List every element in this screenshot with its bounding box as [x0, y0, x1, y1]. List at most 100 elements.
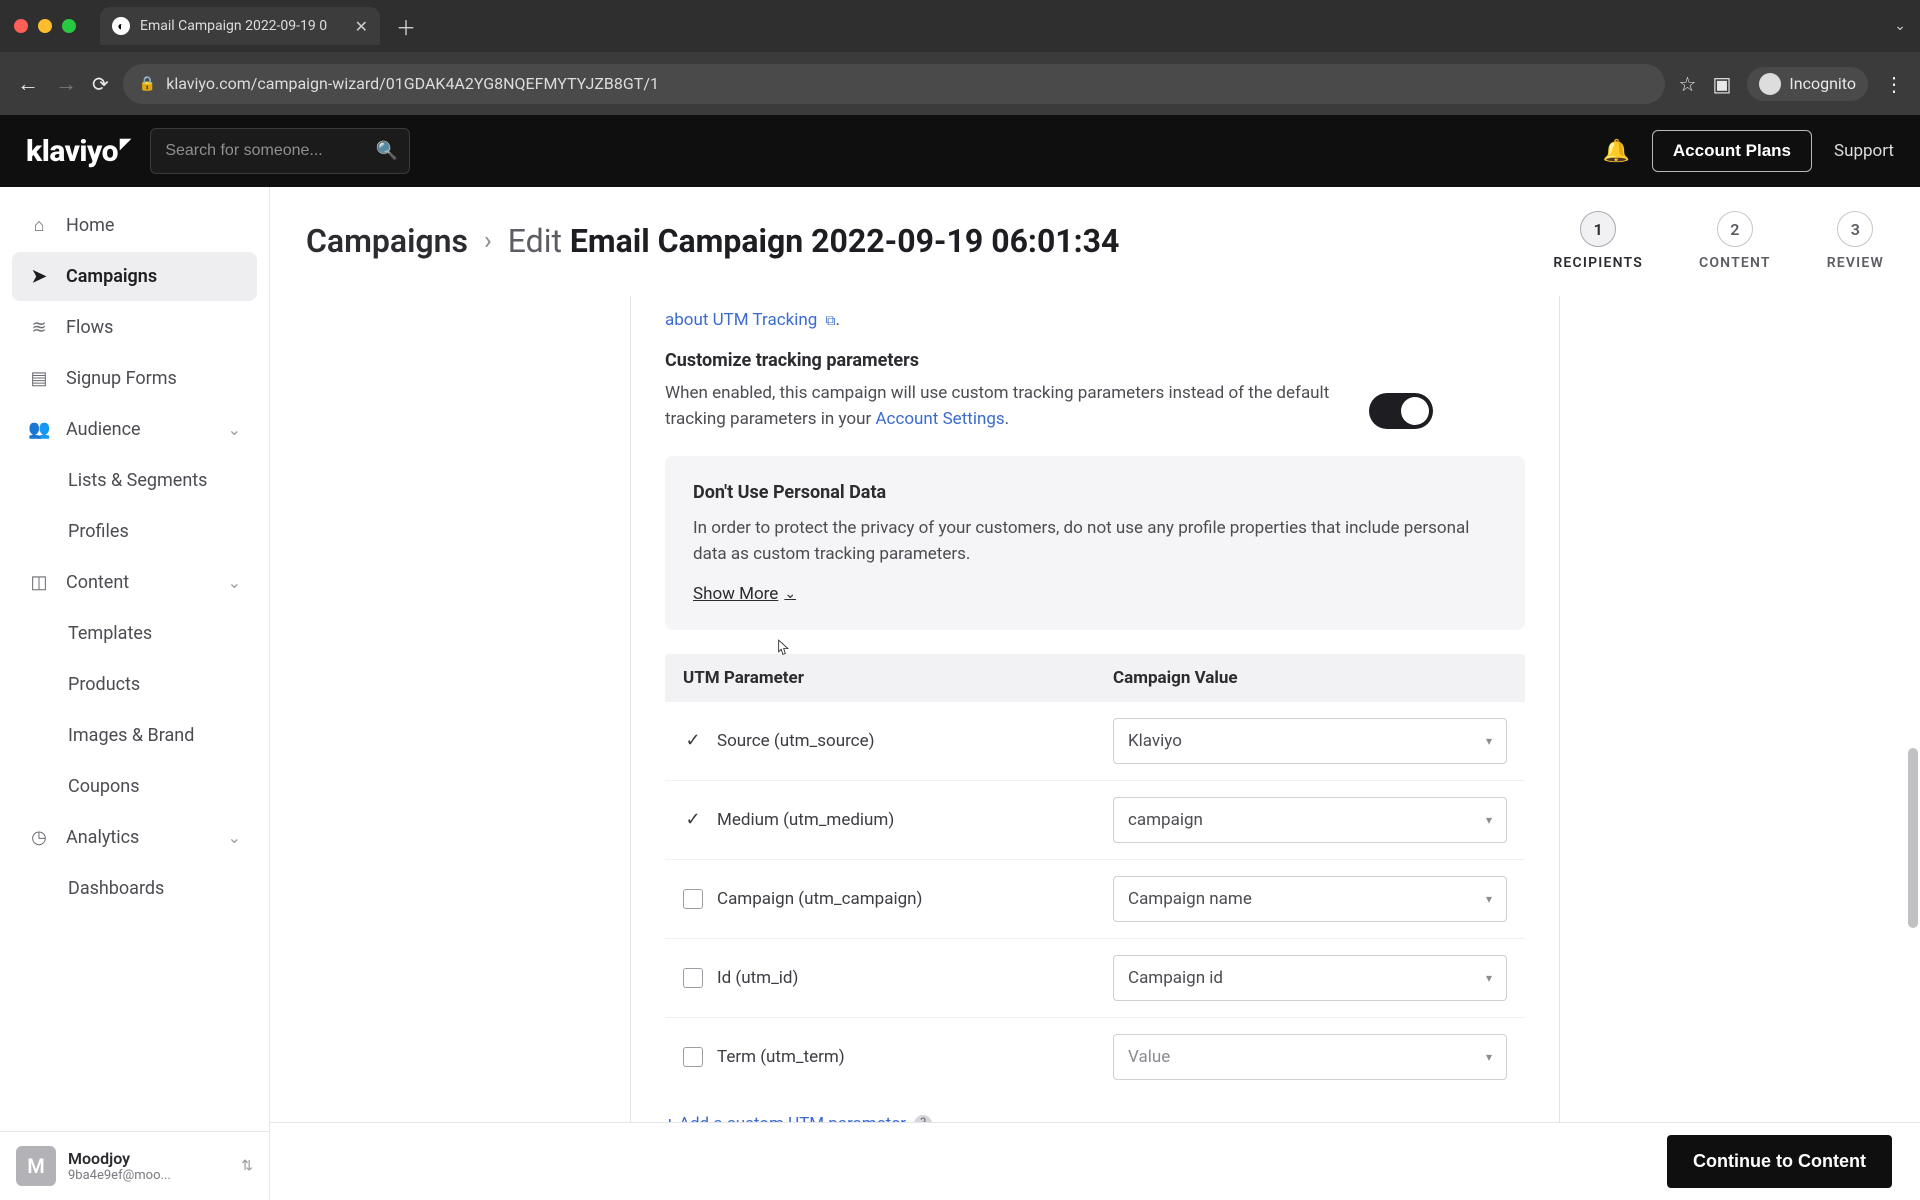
klaviyo-logo[interactable]: klaviyo◤ — [26, 134, 130, 169]
topbar-right: 🔔 Account Plans Support — [1603, 130, 1895, 172]
support-link[interactable]: Support — [1834, 141, 1894, 161]
sidebar-item-audience[interactable]: 👥 Audience ⌄ — [12, 405, 257, 454]
select-value: Klaviyo — [1128, 731, 1182, 751]
step-label: CONTENT — [1699, 255, 1771, 271]
chevron-down-icon: ▾ — [1486, 971, 1492, 985]
sidebar-item-content[interactable]: ◫ Content ⌄ — [12, 558, 257, 607]
notifications-icon[interactable]: 🔔 — [1603, 139, 1630, 164]
col-value-header: Campaign Value — [1113, 668, 1238, 688]
user-switch-icon[interactable]: ⇅ — [241, 1158, 253, 1174]
new-tab-button[interactable]: ＋ — [390, 12, 422, 41]
sidebar-item-label: Campaigns — [66, 266, 157, 287]
sidebar-item-campaigns[interactable]: ➤ Campaigns — [12, 252, 257, 301]
privacy-info-panel: Don't Use Personal Data In order to prot… — [665, 456, 1525, 630]
search-input[interactable] — [150, 128, 410, 174]
show-more-link[interactable]: Show More ⌄ — [693, 584, 796, 604]
bookmark-icon[interactable]: ☆ — [1679, 72, 1697, 96]
audience-icon: 👥 — [28, 419, 50, 440]
step-recipients[interactable]: 1 RECIPIENTS — [1553, 211, 1643, 271]
minimize-window-icon[interactable] — [38, 19, 52, 33]
param-label: Medium (utm_medium) — [717, 810, 894, 830]
chevron-down-icon: ⌄ — [228, 420, 241, 439]
sidebar-item-label: Products — [68, 674, 140, 695]
customize-toggle[interactable] — [1369, 393, 1433, 429]
sidebar-item-dashboards[interactable]: Dashboards — [12, 864, 257, 913]
account-plans-button[interactable]: Account Plans — [1652, 130, 1812, 172]
value-cell: Campaign id▾ — [1113, 955, 1507, 1001]
account-settings-link[interactable]: Account Settings — [875, 409, 1004, 429]
checkbox[interactable] — [683, 1047, 703, 1067]
sidebar-item-lists-segments[interactable]: Lists & Segments — [12, 456, 257, 505]
user-email: 9ba4e9ef@moo... — [68, 1168, 171, 1183]
forward-button: → — [54, 71, 78, 97]
tab-overflow-icon[interactable]: ⌄ — [1894, 18, 1906, 34]
utm-table-head: UTM Parameter Campaign Value — [665, 654, 1525, 702]
utm-table: UTM Parameter Campaign Value ✓ Source (ut… — [665, 654, 1525, 1096]
close-tab-icon[interactable]: ✕ — [355, 17, 368, 36]
sidebar-item-signup-forms[interactable]: ▤ Signup Forms — [12, 354, 257, 403]
browser-menu-icon[interactable]: ⋮ — [1884, 72, 1904, 96]
sidebar-item-label: Analytics — [66, 827, 139, 848]
step-content[interactable]: 2 CONTENT — [1699, 211, 1771, 271]
table-row: Campaign (utm_campaign)Campaign name▾ — [665, 860, 1525, 939]
value-select[interactable]: campaign▾ — [1113, 797, 1507, 843]
sidebar-item-analytics[interactable]: ◷ Analytics ⌄ — [12, 813, 257, 862]
search-icon[interactable]: 🔍 — [376, 141, 398, 162]
sidebar-item-coupons[interactable]: Coupons — [12, 762, 257, 811]
chevron-down-icon: ▾ — [1486, 813, 1492, 827]
checkbox[interactable] — [683, 889, 703, 909]
home-icon: ⌂ — [28, 215, 50, 236]
sidebar-item-home[interactable]: ⌂ Home — [12, 201, 257, 250]
scrollbar-thumb[interactable] — [1908, 748, 1918, 928]
value-select[interactable]: Klaviyo ▾ — [1113, 718, 1507, 764]
breadcrumb[interactable]: Campaigns — [306, 222, 468, 260]
col-param-header: UTM Parameter — [683, 668, 1113, 688]
sidebar-item-label: Lists & Segments — [68, 470, 207, 491]
about-utm-link[interactable]: about UTM Tracking ⧉ — [665, 310, 836, 330]
param-cell: Campaign (utm_campaign) — [683, 889, 1113, 909]
value-select[interactable]: Campaign id▾ — [1113, 955, 1507, 1001]
app-topbar: klaviyo◤ 🔍 🔔 Account Plans Support — [0, 115, 1920, 187]
checkbox[interactable]: ✓ — [683, 731, 703, 751]
content-icon: ◫ — [28, 572, 50, 593]
value-cell: Campaign name▾ — [1113, 876, 1507, 922]
global-search: 🔍 — [150, 128, 410, 174]
param-label: Term (utm_term) — [717, 1047, 845, 1067]
close-window-icon[interactable] — [14, 19, 28, 33]
maximize-window-icon[interactable] — [62, 19, 76, 33]
param-label: Source (utm_source) — [717, 731, 875, 751]
sidebar-user[interactable]: M Moodjoy 9ba4e9ef@moo... ⇅ — [0, 1131, 269, 1200]
sidebar-item-templates[interactable]: Templates — [12, 609, 257, 658]
url-text: klaviyo.com/campaign-wizard/01GDAK4A2YG8… — [166, 74, 659, 93]
value-select[interactable]: Value▾ — [1113, 1034, 1507, 1080]
reload-button[interactable]: ⟳ — [92, 72, 109, 96]
checkbox[interactable]: ✓ — [683, 810, 703, 830]
incognito-badge[interactable]: Incognito — [1747, 67, 1868, 101]
continue-button[interactable]: Continue to Content — [1667, 1135, 1892, 1188]
sidebar-item-products[interactable]: Products — [12, 660, 257, 709]
sidebar-item-images-brand[interactable]: Images & Brand — [12, 711, 257, 760]
logo-accent-icon: ◤ — [120, 136, 130, 152]
step-review[interactable]: 3 REVIEW — [1827, 211, 1884, 271]
sidebar-item-label: Templates — [68, 623, 152, 644]
tab-title: Email Campaign 2022-09-19 0 — [140, 18, 327, 34]
customize-title: Customize tracking parameters — [665, 350, 1525, 371]
back-button[interactable]: ← — [16, 71, 40, 97]
browser-tab[interactable]: ◐ Email Campaign 2022-09-19 0 ✕ — [100, 7, 380, 45]
incognito-label: Incognito — [1789, 74, 1856, 93]
sidebar-item-profiles[interactable]: Profiles — [12, 507, 257, 556]
chevron-down-icon: ▾ — [1486, 734, 1492, 748]
address-bar[interactable]: 🔒 klaviyo.com/campaign-wizard/01GDAK4A2Y… — [123, 64, 1665, 104]
value-cell: Value▾ — [1113, 1034, 1507, 1080]
param-label: Id (utm_id) — [717, 968, 798, 988]
chevron-down-icon: ⌄ — [228, 828, 241, 847]
chevron-down-icon: ⌄ — [784, 586, 796, 602]
table-row: ✓ Source (utm_source) Klaviyo ▾ — [665, 702, 1525, 781]
main: Campaigns › Edit Email Campaign 2022-09-… — [270, 187, 1920, 1200]
sidebar-item-flows[interactable]: ≋ Flows — [12, 303, 257, 352]
checkbox[interactable] — [683, 968, 703, 988]
extensions-icon[interactable]: ▣ — [1712, 72, 1731, 96]
toggle-knob-icon — [1401, 397, 1429, 425]
content-scroll[interactable]: about UTM Tracking ⧉. Customize tracking… — [270, 296, 1920, 1200]
value-select[interactable]: Campaign name▾ — [1113, 876, 1507, 922]
